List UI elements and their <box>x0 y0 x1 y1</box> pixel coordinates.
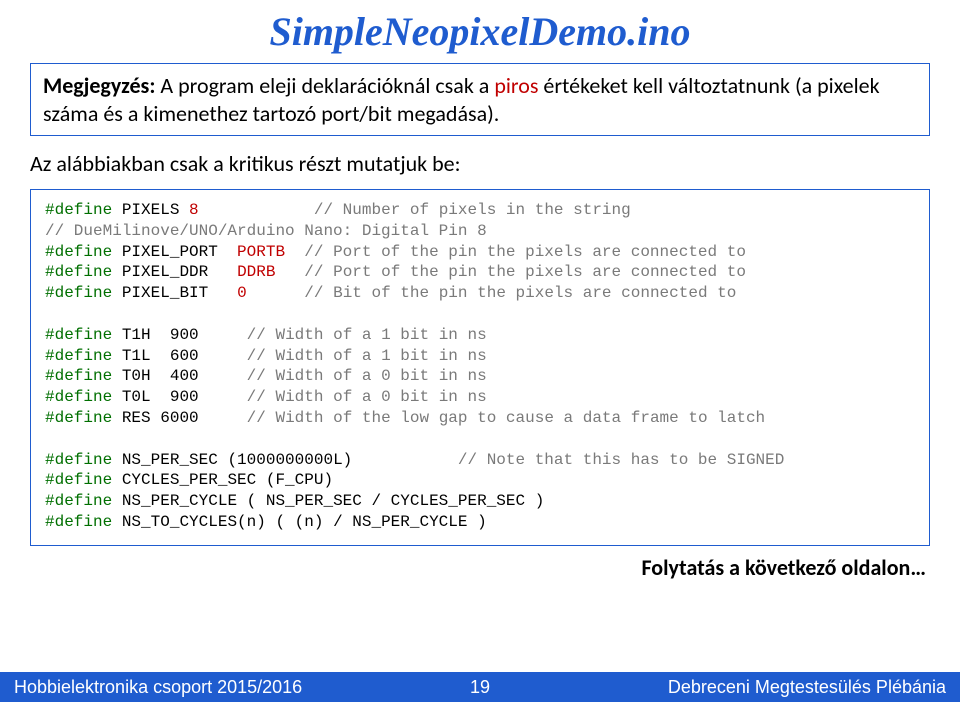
code-id: CYCLES_PER_SEC (F_CPU) <box>122 471 333 489</box>
code-val: PORTB <box>237 243 285 261</box>
code-id: T1H <box>122 326 151 344</box>
code-val: DDRB <box>237 263 275 281</box>
footer-left: Hobbielektronika csoport 2015/2016 <box>14 677 302 698</box>
code-comment: // Port of the pin the pixels are connec… <box>304 263 746 281</box>
code-keyword: #define <box>45 409 112 427</box>
code-val: 600 <box>170 347 199 365</box>
footer: Hobbielektronika csoport 2015/2016 19 De… <box>0 672 960 702</box>
code-val: 900 <box>170 388 199 406</box>
note-box: Megjegyzés: A program eleji deklarációkn… <box>30 63 930 136</box>
code-comment: // Width of a 0 bit in ns <box>247 367 487 385</box>
note-label: Megjegyzés: <box>43 72 155 99</box>
code-comment: // Number of pixels in the string <box>314 201 631 219</box>
code-id: NS_TO_CYCLES(n) ( (n) / NS_PER_CYCLE ) <box>122 513 487 531</box>
code-keyword: #define <box>45 201 112 219</box>
page-title: SimpleNeopixelDemo.ino <box>30 8 930 55</box>
code-keyword: #define <box>45 513 112 531</box>
code-val: 400 <box>170 367 199 385</box>
code-id: T1L <box>122 347 151 365</box>
code-keyword: #define <box>45 263 112 281</box>
code-comment: // DueMilinove/UNO/Arduino Nano: Digital… <box>45 222 487 240</box>
code-id: PIXEL_BIT <box>122 284 208 302</box>
code-keyword: #define <box>45 451 112 469</box>
code-id: NS_PER_CYCLE ( NS_PER_SEC / CYCLES_PER_S… <box>122 492 544 510</box>
code-id: T0L <box>122 388 151 406</box>
code-keyword: #define <box>45 347 112 365</box>
code-val: 900 <box>170 326 199 344</box>
code-box: #define PIXELS 8 // Number of pixels in … <box>30 189 930 546</box>
note-text-red: piros <box>494 72 538 99</box>
code-id: RES <box>122 409 151 427</box>
lead-text: Az alábbiakban csak a kritikus részt mut… <box>30 150 930 177</box>
code-comment: // Port of the pin the pixels are connec… <box>304 243 746 261</box>
code-keyword: #define <box>45 388 112 406</box>
code-val: 6000 <box>160 409 198 427</box>
code-id: NS_PER_SEC (1000000000L) <box>122 451 352 469</box>
code-id: T0H <box>122 367 151 385</box>
footer-page-number: 19 <box>470 677 490 698</box>
code-keyword: #define <box>45 367 112 385</box>
code-id: PIXEL_DDR <box>122 263 208 281</box>
continuation-text: Folytatás a következő oldalon… <box>30 554 930 581</box>
code-val: 0 <box>237 284 247 302</box>
code-comment: // Width of a 1 bit in ns <box>247 347 487 365</box>
code-keyword: #define <box>45 284 112 302</box>
code-comment: // Bit of the pin the pixels are connect… <box>304 284 736 302</box>
code-id: PIXELS <box>122 201 180 219</box>
code-comment: // Width of a 1 bit in ns <box>247 326 487 344</box>
code-keyword: #define <box>45 326 112 344</box>
code-comment: // Width of the low gap to cause a data … <box>247 409 765 427</box>
code-val: 8 <box>189 201 199 219</box>
code-comment: // Note that this has to be SIGNED <box>458 451 784 469</box>
code-keyword: #define <box>45 471 112 489</box>
note-text-pre: A program eleji deklarációknál csak a <box>160 72 494 99</box>
footer-right: Debreceni Megtestesülés Plébánia <box>668 677 946 698</box>
code-keyword: #define <box>45 243 112 261</box>
code-comment: // Width of a 0 bit in ns <box>247 388 487 406</box>
code-keyword: #define <box>45 492 112 510</box>
code-id: PIXEL_PORT <box>122 243 218 261</box>
